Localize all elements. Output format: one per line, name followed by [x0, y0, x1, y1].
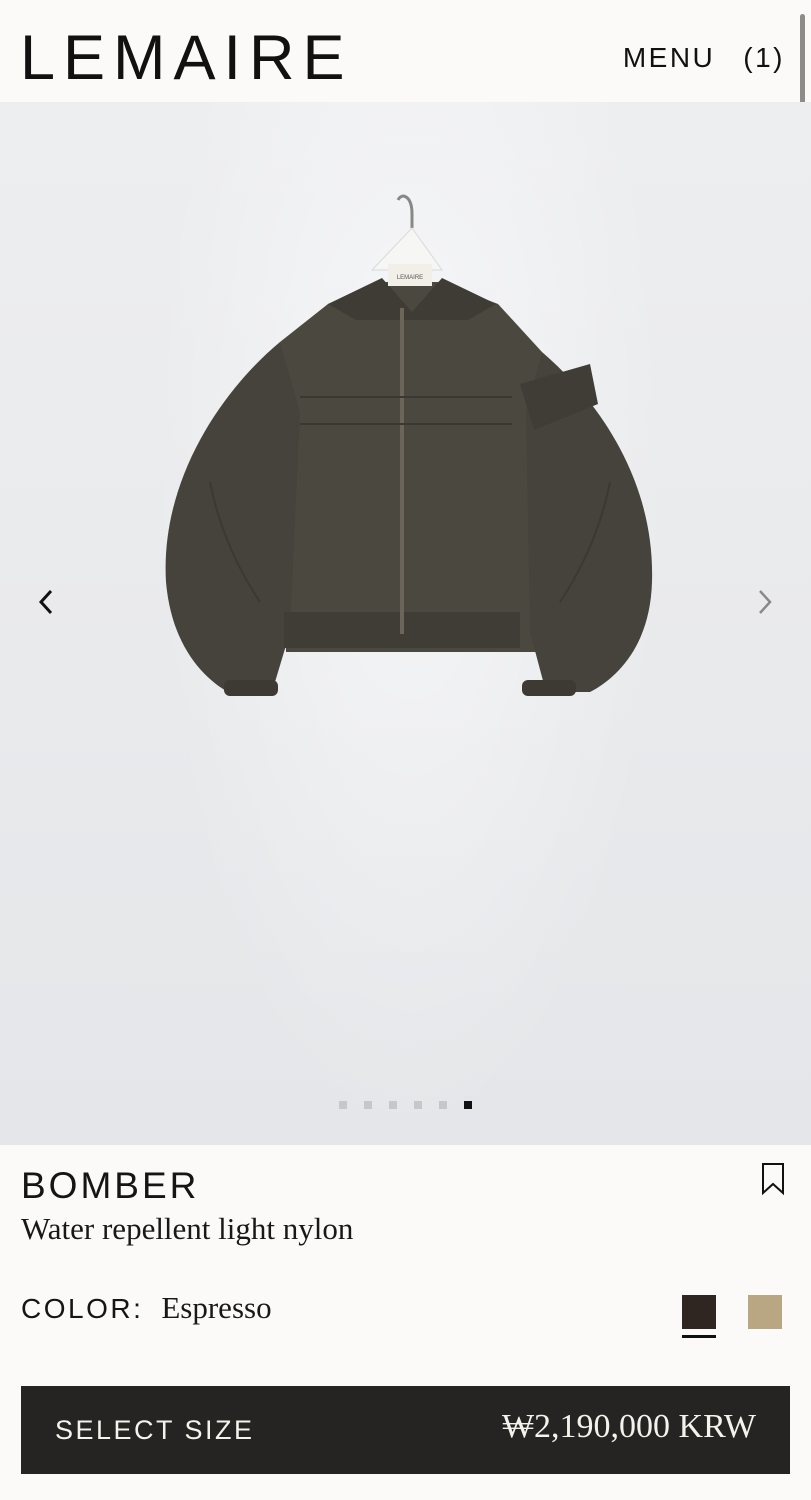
color-swatch-espresso[interactable]	[682, 1295, 716, 1329]
product-subtitle: Water repellent light nylon	[21, 1211, 354, 1246]
product-image-gallery[interactable]: LEMAIRE	[0, 102, 811, 1145]
color-selector: COLOR: Espresso	[21, 1290, 272, 1326]
site-header: LEMAIRE MENU (1)	[0, 0, 811, 326]
selected-swatch-indicator	[682, 1335, 716, 1338]
previous-image-button[interactable]	[26, 584, 66, 620]
gallery-pagination	[0, 1101, 811, 1109]
select-size-button[interactable]: SELECT SIZE ₩2,190,000 KRW	[21, 1386, 790, 1474]
product-price: ₩2,190,000 KRW	[501, 1408, 756, 1445]
chevron-left-icon	[38, 589, 53, 615]
header-nav: MENU (1)	[623, 42, 785, 74]
product-image: LEMAIRE	[165, 194, 653, 696]
color-label: COLOR:	[21, 1293, 144, 1324]
chevron-right-icon	[759, 590, 772, 614]
pagination-dot[interactable]	[439, 1101, 447, 1109]
color-value: Espresso	[161, 1290, 272, 1325]
product-title: BOMBER	[21, 1165, 200, 1206]
pagination-dot[interactable]	[364, 1101, 372, 1109]
menu-button[interactable]: MENU	[623, 42, 715, 74]
cart-button[interactable]: (1)	[743, 42, 785, 74]
color-swatch-sand[interactable]	[748, 1295, 782, 1329]
pagination-dot[interactable]	[389, 1101, 397, 1109]
pagination-dot-active[interactable]	[464, 1101, 472, 1109]
brand-logo[interactable]: LEMAIRE	[20, 22, 353, 94]
pagination-dot[interactable]	[414, 1101, 422, 1109]
pagination-dot[interactable]	[339, 1101, 347, 1109]
bookmark-icon	[762, 1163, 784, 1196]
jacket-tag: LEMAIRE	[397, 275, 423, 281]
next-image-button[interactable]	[745, 584, 785, 620]
wishlist-button[interactable]	[760, 1162, 786, 1201]
select-size-label: SELECT SIZE	[55, 1415, 255, 1445]
